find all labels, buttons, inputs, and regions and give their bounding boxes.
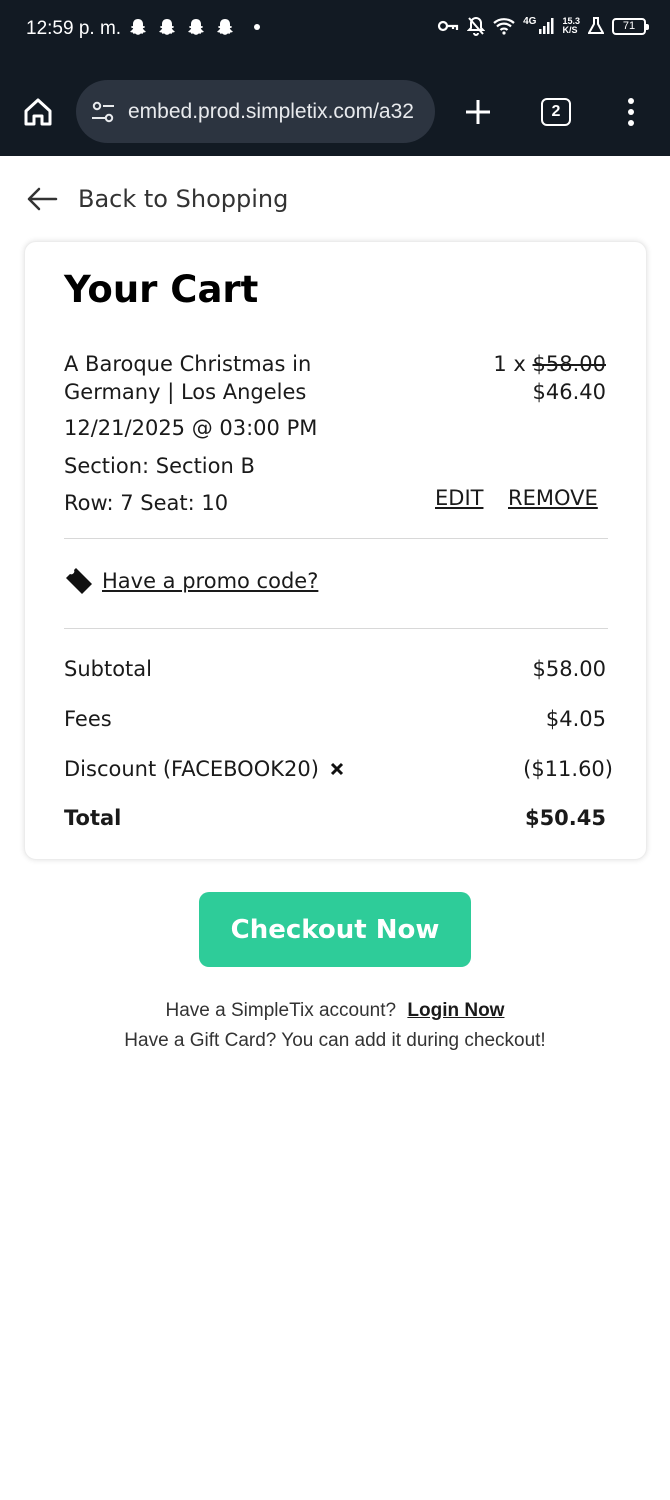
edit-item-link[interactable]: EDIT xyxy=(435,486,483,510)
discount-value: ($11.60) xyxy=(523,757,613,781)
menu-dot xyxy=(628,120,634,126)
fees-label: Fees xyxy=(64,707,112,731)
flask-icon xyxy=(588,17,604,34)
gift-card-note: Have a Gift Card? You can add it during … xyxy=(124,1030,546,1051)
total-value: $50.45 xyxy=(524,806,606,830)
wifi-icon xyxy=(493,18,515,35)
remove-discount-button[interactable] xyxy=(329,761,345,777)
back-to-shopping-link[interactable]: Back to Shopping xyxy=(26,180,288,218)
network-type: 4G xyxy=(523,15,537,27)
discount-row-label: Discount (FACEBOOK20) xyxy=(64,757,345,781)
promo-code-label: Have a promo code? xyxy=(102,569,319,593)
arrow-left-icon xyxy=(27,187,58,211)
checkout-now-button[interactable]: Checkout Now xyxy=(199,892,471,967)
browser-toolbar: embed.prod.simpletix.com/a32 2 xyxy=(0,60,670,156)
menu-dot xyxy=(628,98,634,104)
tab-switcher-button[interactable]: 2 xyxy=(541,98,571,126)
total-label: Total xyxy=(64,806,122,830)
item-quantity-price: 1 x $58.00 xyxy=(493,350,606,378)
vpn-key-icon xyxy=(438,20,459,32)
item-original-price: $58.00 xyxy=(532,352,606,376)
address-bar[interactable]: embed.prod.simpletix.com/a32 xyxy=(76,80,435,143)
more-notifications-dot xyxy=(254,24,260,30)
item-discounted-price: $46.40 xyxy=(532,380,606,404)
status-time: 12:59 p. m. xyxy=(26,18,122,39)
item-quantity: 1 x xyxy=(493,352,526,376)
remove-item-link[interactable]: REMOVE xyxy=(508,486,598,510)
account-prompt-line: Have a SimpleTix account? Login Now xyxy=(0,1000,670,1022)
cart-title: Your Cart xyxy=(64,268,259,311)
fees-value: $4.05 xyxy=(545,707,606,731)
new-tab-button[interactable] xyxy=(458,92,498,132)
browser-menu-button[interactable] xyxy=(616,92,646,132)
ticket-icon xyxy=(66,568,92,594)
item-datetime: 12/21/2025 @ 03:00 PM xyxy=(64,416,318,440)
url-text: embed.prod.simpletix.com/a32 xyxy=(128,99,414,123)
battery-indicator: 71 xyxy=(612,17,649,35)
snapchat-icon xyxy=(188,19,204,35)
snapchat-icon xyxy=(130,19,146,35)
close-icon xyxy=(330,762,343,776)
discount-label: Discount (FACEBOOK20) xyxy=(64,757,319,781)
bell-off-icon xyxy=(467,16,486,36)
notification-icons xyxy=(128,17,260,37)
subtotal-label: Subtotal xyxy=(64,657,152,681)
item-name: A Baroque Christmas in Germany | Los Ang… xyxy=(64,352,312,404)
item-section: Section: Section B xyxy=(64,454,255,478)
back-label: Back to Shopping xyxy=(78,185,289,213)
snapchat-icon xyxy=(217,19,233,35)
signal-icon xyxy=(539,18,554,34)
site-settings-icon[interactable] xyxy=(90,99,116,125)
divider xyxy=(64,628,608,629)
status-bar: 12:59 p. m. 4G 15.3 K/S 71 xyxy=(0,0,670,60)
network-speed: 15.3 K/S xyxy=(562,16,580,35)
menu-dot xyxy=(628,109,634,115)
login-now-link[interactable]: Login Now xyxy=(407,1000,504,1021)
plus-icon xyxy=(466,100,490,124)
system-icons: 4G 15.3 K/S 71 xyxy=(437,15,649,36)
home-button[interactable] xyxy=(18,92,58,132)
divider xyxy=(64,538,608,539)
home-icon xyxy=(24,98,52,126)
cart-card: Your Cart A Baroque Christmas in Germany… xyxy=(24,241,647,860)
snapchat-icon xyxy=(159,19,175,35)
account-prompt: Have a SimpleTix account? xyxy=(165,1000,397,1021)
promo-code-link[interactable]: Have a promo code? xyxy=(64,566,318,596)
subtotal-value: $58.00 xyxy=(532,657,606,681)
item-seat: Row: 7 Seat: 10 xyxy=(64,491,229,515)
